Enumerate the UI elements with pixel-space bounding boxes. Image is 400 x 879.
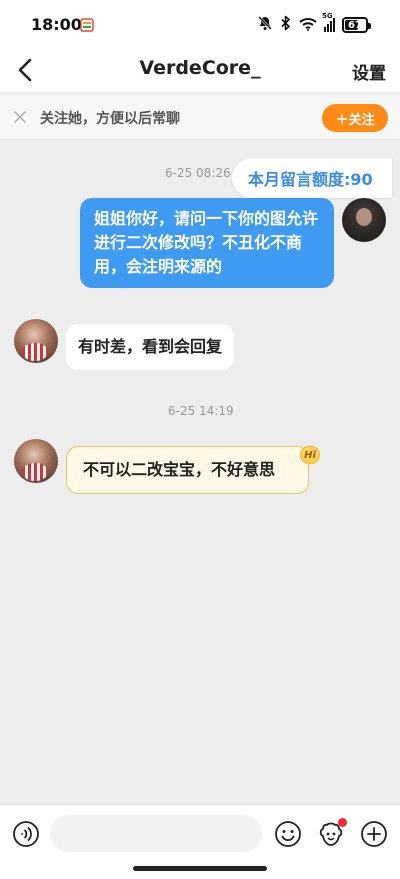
notification-dot [338,818,347,827]
app-notification-icon [80,17,94,33]
status-bar: 18:00 5G 67 [0,0,400,50]
message-timestamp: 6-25 14:19 [168,404,234,418]
close-icon[interactable] [12,109,28,125]
message-bubble-outgoing[interactable]: 姐姐你好，请问一下你的图允许进行二次修改吗？不丑化不商用，会注明来源的 [80,198,334,288]
battery-level: 67 [348,19,362,31]
emoji-button[interactable] [274,820,302,848]
battery-icon: 67 [342,17,371,33]
cellular-icon: 5G [322,12,335,32]
avatar-contact[interactable] [14,439,58,483]
follow-prompt-text: 关注她，方便以后常聊 [40,111,180,127]
hi-badge-icon: Hi [300,446,320,464]
mute-icon [257,15,273,35]
message-input[interactable] [50,815,262,852]
status-time: 18:00 [31,15,82,34]
composer-bar [0,804,400,879]
follow-prompt-bar: 关注她，方便以后常聊 ＋关注 [0,94,400,140]
avatar-self[interactable] [342,198,386,242]
add-button[interactable] [360,820,388,848]
message-bubble-greeting[interactable]: 不可以二改宝宝，不好意思 [66,446,309,494]
quota-text: 本月留言额度:90 [248,170,373,189]
wifi-icon [299,16,317,35]
message-timestamp: 6-25 08:26 [165,166,231,180]
page-title: VerdeCore_ [139,57,261,79]
sticker-button[interactable] [317,818,347,848]
quota-badge: 本月留言额度:90 [232,158,392,198]
settings-button[interactable]: 设置 [352,59,386,84]
home-indicator[interactable] [133,866,267,871]
message-bubble-incoming[interactable]: 有时差，看到会回复 [66,324,235,370]
plus-icon [361,821,387,847]
emoji-icon [275,821,301,847]
voice-button[interactable] [12,820,40,848]
status-icons: 5G 67 [257,12,371,35]
avatar-contact[interactable] [14,319,58,363]
bluetooth-icon [280,15,292,35]
chat-header: VerdeCore_ 设置 [0,50,400,92]
follow-button-label: ＋关注 [335,112,375,128]
network-type: 5G [322,12,333,20]
voice-icon [13,821,39,847]
follow-button[interactable]: ＋关注 [322,104,388,132]
